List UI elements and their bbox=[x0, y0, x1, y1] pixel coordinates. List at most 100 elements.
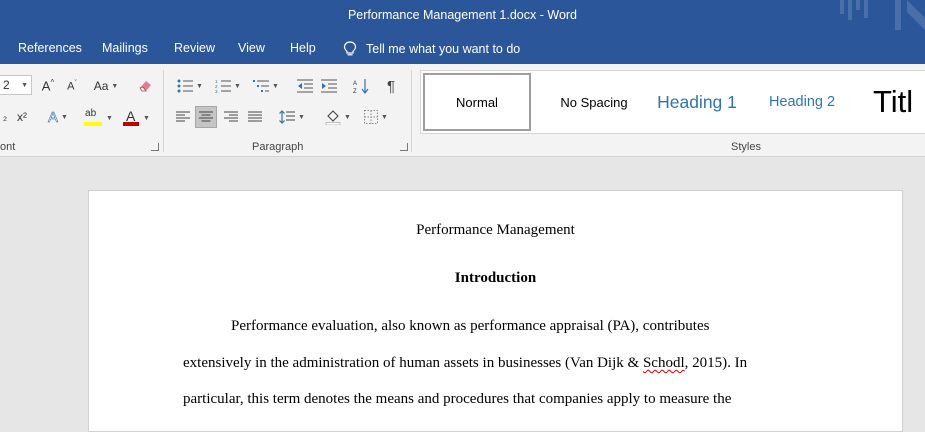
tell-me-label: Tell me what you want to do bbox=[366, 42, 521, 56]
chevron-down-icon: ▼ bbox=[381, 113, 388, 121]
line-spacing-button[interactable]: ▼ bbox=[276, 106, 308, 128]
style-normal[interactable]: Normal bbox=[423, 73, 531, 131]
tab-review[interactable]: Review bbox=[174, 41, 215, 55]
font-color-button[interactable]: A ▼ bbox=[120, 107, 152, 129]
shading-button[interactable]: ▼ bbox=[322, 106, 354, 128]
align-left-button[interactable] bbox=[172, 106, 194, 128]
spelling-error-word[interactable]: Schodl bbox=[643, 355, 685, 371]
eraser-icon bbox=[139, 81, 151, 92]
subscript-icon: ₂ bbox=[2, 111, 8, 123]
clear-formatting-button[interactable] bbox=[134, 76, 156, 96]
paragraph-line: Performance evaluation, also known as pe… bbox=[231, 318, 710, 334]
multilevel-list-button[interactable]: ▼ bbox=[250, 76, 282, 96]
paragraph-text: , 2015). In bbox=[684, 355, 748, 371]
paragraph-line: particular, this term denotes the means … bbox=[183, 391, 732, 407]
tab-view[interactable]: View bbox=[238, 41, 265, 55]
align-center-button[interactable] bbox=[195, 106, 217, 128]
styles-group-label: Styles bbox=[731, 141, 761, 153]
highlight-glyph: ab bbox=[85, 108, 97, 119]
paragraph-line: extensively in the administration of hum… bbox=[183, 355, 747, 372]
grow-font-button[interactable]: A^ bbox=[38, 76, 58, 96]
font-dialog-launcher[interactable] bbox=[151, 143, 159, 151]
shrink-font-button[interactable]: Aˇ bbox=[62, 76, 82, 96]
decrease-indent-button[interactable] bbox=[294, 76, 316, 96]
increase-indent-button[interactable] bbox=[318, 76, 340, 96]
font-group-label: ont bbox=[0, 141, 16, 153]
grow-font-icon: A^ bbox=[41, 78, 55, 94]
align-right-button[interactable] bbox=[220, 106, 242, 128]
chevron-down-icon: ▼ bbox=[196, 82, 203, 90]
styles-gallery: Normal No Spacing Heading 1 Heading 2 Ti… bbox=[420, 70, 925, 134]
chevron-down-icon: ▼ bbox=[111, 82, 119, 90]
superscript-button[interactable]: x² bbox=[12, 107, 32, 127]
text-effects-icon: A bbox=[48, 108, 59, 126]
tab-references[interactable]: References bbox=[18, 41, 82, 55]
chevron-down-icon: ▼ bbox=[143, 114, 150, 122]
style-heading-1[interactable]: Heading 1 bbox=[647, 71, 747, 133]
justify-button[interactable] bbox=[244, 106, 266, 128]
font-size-select[interactable]: 2 ▼ bbox=[0, 75, 32, 95]
change-case-button[interactable]: Aa ▼ bbox=[90, 76, 122, 96]
style-title[interactable]: Titl bbox=[873, 71, 925, 133]
chevron-down-icon: ▼ bbox=[344, 113, 351, 121]
document-title: Performance Management bbox=[416, 222, 575, 238]
line-spacing-icon bbox=[279, 110, 296, 124]
sort-button[interactable]: AZ bbox=[350, 76, 372, 96]
font-color-icon: A bbox=[122, 108, 140, 128]
multilevel-list-icon bbox=[253, 80, 270, 92]
borders-icon bbox=[364, 110, 379, 124]
paragraph-text: extensively in the administration of hum… bbox=[183, 355, 643, 371]
tab-help[interactable]: Help bbox=[290, 41, 316, 55]
style-no-spacing[interactable]: No Spacing bbox=[539, 71, 649, 133]
svg-text:A: A bbox=[353, 81, 357, 87]
paragraph-group-label: Paragraph bbox=[252, 141, 304, 153]
increase-indent-icon bbox=[321, 79, 337, 93]
lightbulb-icon bbox=[343, 41, 357, 56]
chevron-down-icon: ▼ bbox=[298, 113, 305, 121]
group-separator bbox=[411, 70, 412, 152]
chevron-down-icon: ▼ bbox=[272, 82, 279, 90]
ribbon-tabs: References Mailings Review View Help Tel… bbox=[0, 34, 925, 64]
highlight-button[interactable]: ab ▼ bbox=[80, 107, 116, 129]
superscript-icon: x² bbox=[17, 110, 27, 124]
group-separator bbox=[163, 70, 164, 152]
align-left-icon bbox=[176, 111, 190, 122]
title-bar: Performance Management 1.docx - Word bbox=[0, 0, 925, 34]
shrink-font-icon: Aˇ bbox=[67, 79, 77, 93]
window-title: Performance Management 1.docx - Word bbox=[347, 8, 578, 22]
subscript-partial[interactable]: ₂ bbox=[0, 107, 10, 127]
chevron-down-icon: ▼ bbox=[61, 113, 68, 121]
highlighter-icon: ab bbox=[83, 108, 103, 128]
chevron-down-icon: ▼ bbox=[234, 82, 241, 90]
justify-icon bbox=[248, 111, 262, 122]
highlight-color-bar bbox=[84, 122, 103, 126]
document-area: Performance Management Introduction Perf… bbox=[0, 157, 925, 432]
text-effects-button[interactable]: A ▼ bbox=[42, 107, 74, 127]
numbering-button[interactable]: 123 ▼ bbox=[212, 76, 244, 96]
document-heading: Introduction bbox=[454, 270, 537, 286]
numbering-icon: 123 bbox=[215, 79, 232, 93]
chevron-down-icon: ▼ bbox=[106, 114, 113, 122]
font-size-value: 2 bbox=[3, 78, 10, 92]
tab-mailings[interactable]: Mailings bbox=[102, 41, 148, 55]
align-right-icon bbox=[224, 111, 238, 122]
tell-me-search[interactable]: Tell me what you want to do bbox=[343, 41, 520, 57]
style-heading-2[interactable]: Heading 2 bbox=[757, 71, 847, 133]
change-case-icon: Aa bbox=[93, 79, 109, 93]
font-color-bar bbox=[123, 122, 140, 126]
bullets-icon bbox=[177, 79, 194, 93]
decrease-indent-icon bbox=[297, 79, 313, 93]
show-formatting-marks-button[interactable]: ¶ bbox=[381, 76, 401, 96]
align-center-icon bbox=[199, 111, 213, 122]
svg-text:Z: Z bbox=[353, 89, 357, 94]
title-bar-decoration bbox=[840, 0, 925, 30]
borders-button[interactable]: ▼ bbox=[360, 106, 392, 128]
pilcrow-icon: ¶ bbox=[386, 77, 396, 95]
document-page[interactable]: Performance Management Introduction Perf… bbox=[88, 190, 903, 432]
svg-text:3: 3 bbox=[215, 89, 218, 93]
bullets-button[interactable]: ▼ bbox=[174, 76, 206, 96]
paragraph-dialog-launcher[interactable] bbox=[400, 143, 408, 151]
chevron-down-icon: ▼ bbox=[21, 81, 28, 89]
sort-icon: AZ bbox=[353, 79, 369, 94]
paint-bucket-icon bbox=[325, 110, 341, 125]
